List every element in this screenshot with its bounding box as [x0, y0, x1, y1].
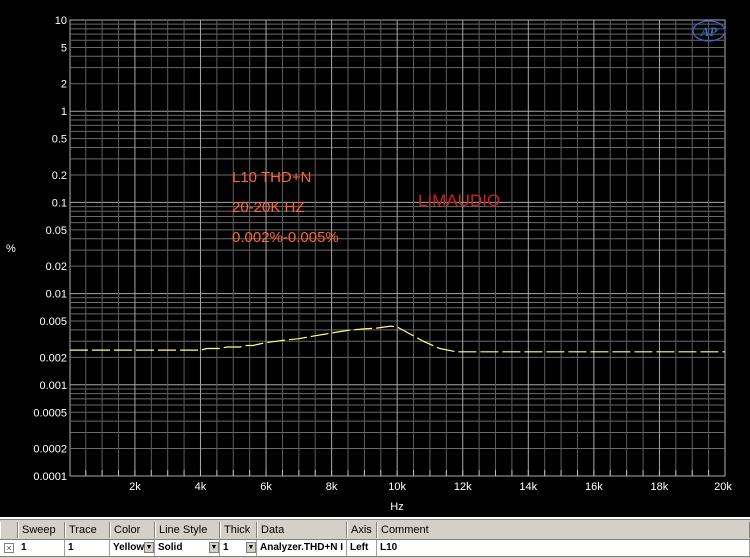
y-tick-label: 0.001	[39, 380, 67, 392]
x-axis-label: Hz	[390, 501, 403, 513]
y-tick-label: 0.01	[46, 289, 67, 301]
color-dropdown-icon[interactable]: ▼	[144, 542, 154, 553]
y-axis-label: %	[6, 243, 16, 255]
y-tick-label: 10	[55, 15, 67, 27]
y-tick-label: 2	[61, 79, 67, 91]
x-tick-label: 8k	[326, 481, 338, 493]
y-tick-label: 0.02	[46, 261, 67, 273]
annotation-text: 0.002%-0.005%	[232, 229, 339, 246]
y-tick-label: 0.5	[52, 134, 67, 146]
ap-logo: AP	[700, 24, 719, 39]
x-tick-label: 6k	[260, 481, 272, 493]
trace-enable-checkbox[interactable]: ×	[4, 543, 14, 553]
cell-line-style: Solid	[158, 542, 183, 553]
cell-sweep: 1	[18, 540, 65, 556]
cell-thick: 1	[223, 542, 229, 553]
y-tick-label: 0.0002	[33, 444, 67, 456]
header-line-style[interactable]: Line Style	[155, 522, 220, 538]
table-row: × 1 1 Yellow ▼ Solid ▼ 1 ▼ Analyzer.THD+…	[0, 539, 750, 557]
cell-axis[interactable]: Left	[347, 540, 377, 556]
x-tick-label: 16k	[585, 481, 603, 493]
header-sweep[interactable]: Sweep	[18, 522, 65, 538]
table-header-row: Sweep Trace Color Line Style Thick Data …	[0, 522, 750, 538]
y-tick-label: 0.005	[39, 316, 67, 328]
cell-data[interactable]: Analyzer.THD+N I	[257, 540, 347, 556]
header-trace[interactable]: Trace	[65, 522, 110, 538]
x-tick-label: 12k	[454, 481, 472, 493]
y-tick-label: 0.0001	[33, 471, 67, 483]
x-tick-label: 18k	[651, 481, 669, 493]
cell-comment[interactable]: L10	[377, 540, 750, 556]
y-tick-label: 0.0005	[33, 407, 67, 419]
sweep-table: Sweep Trace Color Line Style Thick Data …	[0, 519, 750, 558]
x-tick-label: 2k	[129, 481, 141, 493]
header-comment[interactable]: Comment	[377, 522, 750, 538]
line-style-dropdown-icon[interactable]: ▼	[209, 542, 219, 553]
watermark-text: LIMAUDIO	[418, 191, 500, 210]
header-spacer	[0, 522, 18, 538]
y-tick-label: 1	[61, 106, 67, 118]
chart-panel: 10 5 2 1 0.5 0.2 0.1 0.05 0.02 0.01 0.005 0.002 0.00…	[0, 0, 750, 517]
y-tick-label: 5	[61, 42, 67, 54]
header-data[interactable]: Data	[257, 522, 347, 538]
x-tick-label: 14k	[519, 481, 537, 493]
x-tick-label: 20k	[714, 481, 732, 493]
x-tick-label: 4k	[195, 481, 207, 493]
y-tick-label: 0.1	[52, 197, 67, 209]
annotation-text: L10 THD+N	[232, 169, 311, 186]
cell-color: Yellow	[113, 542, 145, 553]
header-color[interactable]: Color	[110, 522, 155, 538]
header-axis[interactable]: Axis	[347, 522, 377, 538]
annotation-text: 20-20K HZ	[232, 199, 305, 216]
y-tick-label: 0.05	[46, 225, 67, 237]
cell-trace: 1	[65, 540, 110, 556]
y-tick-label: 0.2	[52, 170, 67, 182]
thd-n-chart: 10 5 2 1 0.5 0.2 0.1 0.05 0.02 0.01 0.005 0.002 0.00…	[6, 15, 732, 513]
thick-dropdown-icon[interactable]: ▼	[246, 542, 256, 553]
y-tick-label: 0.002	[39, 352, 67, 364]
header-thick[interactable]: Thick	[220, 522, 257, 538]
x-tick-label: 10k	[388, 481, 406, 493]
